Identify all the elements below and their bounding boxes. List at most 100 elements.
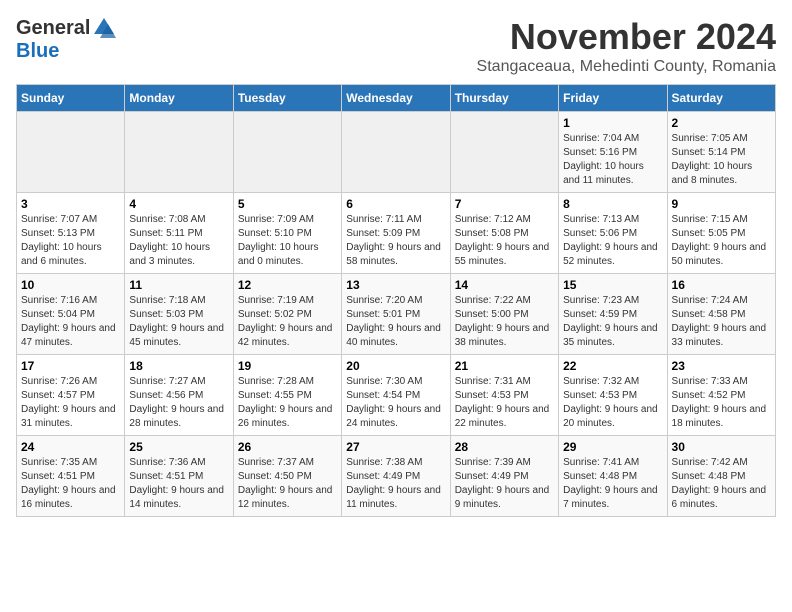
calendar-cell: 26Sunrise: 7:37 AM Sunset: 4:50 PM Dayli… bbox=[233, 436, 341, 517]
day-number: 23 bbox=[672, 359, 771, 373]
logo-general-text: General bbox=[16, 17, 90, 40]
calendar-cell: 15 Sunrise: 7:23 AM Sunset: 4:59 PM Dayli… bbox=[559, 274, 667, 355]
logo-blue-text: Blue bbox=[16, 40, 59, 63]
calendar-cell bbox=[342, 112, 450, 193]
day-number: 3 bbox=[21, 197, 120, 211]
day-number: 20 bbox=[346, 359, 445, 373]
weekday-header: Tuesday bbox=[233, 85, 341, 112]
calendar-cell: 10 Sunrise: 7:16 AM Sunset: 5:04 PM Dayli… bbox=[17, 274, 125, 355]
calendar-cell: 12Sunrise: 7:19 AM Sunset: 5:02 PM Dayli… bbox=[233, 274, 341, 355]
weekday-header-row: SundayMondayTuesdayWednesdayThursdayFrid… bbox=[17, 85, 776, 112]
calendar-cell: 23 Sunrise: 7:33 AM Sunset: 4:52 PM Dayli… bbox=[667, 355, 775, 436]
day-number: 24 bbox=[21, 440, 120, 454]
weekday-header: Friday bbox=[559, 85, 667, 112]
day-info: Sunrise: 7:42 AM Sunset: 4:48 PM Dayligh… bbox=[672, 456, 771, 512]
calendar-cell: 3Sunrise: 7:07 AM Sunset: 5:13 PM Daylig… bbox=[17, 193, 125, 274]
calendar-week-row: 17 Sunrise: 7:26 AM Sunset: 4:57 PM Dayli… bbox=[17, 355, 776, 436]
day-number: 30 bbox=[672, 440, 771, 454]
day-info: Sunrise: 7:15 AM Sunset: 5:05 PM Dayligh… bbox=[672, 213, 771, 269]
day-number: 17 bbox=[21, 359, 120, 373]
calendar-cell: 16Sunrise: 7:24 AM Sunset: 4:58 PM Dayli… bbox=[667, 274, 775, 355]
day-number: 7 bbox=[455, 197, 554, 211]
day-info: Sunrise: 7:31 AM Sunset: 4:53 PM Dayligh… bbox=[455, 375, 554, 431]
calendar-cell: 18 Sunrise: 7:27 AM Sunset: 4:56 PM Dayli… bbox=[125, 355, 233, 436]
weekday-header: Thursday bbox=[450, 85, 558, 112]
day-number: 18 bbox=[129, 359, 228, 373]
day-number: 5 bbox=[238, 197, 337, 211]
weekday-header: Saturday bbox=[667, 85, 775, 112]
day-number: 11 bbox=[129, 278, 228, 292]
day-number: 13 bbox=[346, 278, 445, 292]
day-number: 27 bbox=[346, 440, 445, 454]
day-number: 8 bbox=[563, 197, 662, 211]
day-number: 29 bbox=[563, 440, 662, 454]
calendar-cell: 8 Sunrise: 7:13 AM Sunset: 5:06 PM Daylig… bbox=[559, 193, 667, 274]
day-info: Sunrise: 7:23 AM Sunset: 4:59 PM Dayligh… bbox=[563, 294, 662, 350]
calendar-cell: 14 Sunrise: 7:22 AM Sunset: 5:00 PM Dayli… bbox=[450, 274, 558, 355]
day-number: 10 bbox=[21, 278, 120, 292]
day-number: 25 bbox=[129, 440, 228, 454]
day-info: Sunrise: 7:04 AM Sunset: 5:16 PM Dayligh… bbox=[563, 132, 662, 188]
day-info: Sunrise: 7:37 AM Sunset: 4:50 PM Dayligh… bbox=[238, 456, 337, 512]
calendar-cell: 7 Sunrise: 7:12 AM Sunset: 5:08 PM Daylig… bbox=[450, 193, 558, 274]
day-info: Sunrise: 7:27 AM Sunset: 4:56 PM Dayligh… bbox=[129, 375, 228, 431]
calendar-cell bbox=[17, 112, 125, 193]
location-title: Stangaceaua, Mehedinti County, Romania bbox=[477, 58, 776, 76]
day-number: 15 bbox=[563, 278, 662, 292]
calendar-cell: 9 Sunrise: 7:15 AM Sunset: 5:05 PM Daylig… bbox=[667, 193, 775, 274]
calendar-cell: 19 Sunrise: 7:28 AM Sunset: 4:55 PM Dayli… bbox=[233, 355, 341, 436]
calendar-cell: 13 Sunrise: 7:20 AM Sunset: 5:01 PM Dayli… bbox=[342, 274, 450, 355]
calendar-cell: 25Sunrise: 7:36 AM Sunset: 4:51 PM Dayli… bbox=[125, 436, 233, 517]
calendar-cell: 27 Sunrise: 7:38 AM Sunset: 4:49 PM Dayli… bbox=[342, 436, 450, 517]
calendar-cell: 30 Sunrise: 7:42 AM Sunset: 4:48 PM Dayli… bbox=[667, 436, 775, 517]
page-header: General Blue November 2024 Stangaceaua, … bbox=[16, 16, 776, 76]
calendar-week-row: 1 Sunrise: 7:04 AM Sunset: 5:16 PM Daylig… bbox=[17, 112, 776, 193]
calendar-cell bbox=[450, 112, 558, 193]
day-number: 19 bbox=[238, 359, 337, 373]
calendar-week-row: 24Sunrise: 7:35 AM Sunset: 4:51 PM Dayli… bbox=[17, 436, 776, 517]
day-info: Sunrise: 7:13 AM Sunset: 5:06 PM Dayligh… bbox=[563, 213, 662, 269]
day-number: 1 bbox=[563, 116, 662, 130]
calendar-cell: 22 Sunrise: 7:32 AM Sunset: 4:53 PM Dayli… bbox=[559, 355, 667, 436]
day-info: Sunrise: 7:38 AM Sunset: 4:49 PM Dayligh… bbox=[346, 456, 445, 512]
day-number: 28 bbox=[455, 440, 554, 454]
day-info: Sunrise: 7:18 AM Sunset: 5:03 PM Dayligh… bbox=[129, 294, 228, 350]
day-info: Sunrise: 7:28 AM Sunset: 4:55 PM Dayligh… bbox=[238, 375, 337, 431]
day-number: 9 bbox=[672, 197, 771, 211]
day-number: 16 bbox=[672, 278, 771, 292]
day-info: Sunrise: 7:26 AM Sunset: 4:57 PM Dayligh… bbox=[21, 375, 120, 431]
day-info: Sunrise: 7:32 AM Sunset: 4:53 PM Dayligh… bbox=[563, 375, 662, 431]
day-number: 12 bbox=[238, 278, 337, 292]
calendar-cell bbox=[233, 112, 341, 193]
calendar-cell: 17 Sunrise: 7:26 AM Sunset: 4:57 PM Dayli… bbox=[17, 355, 125, 436]
calendar-cell: 2Sunrise: 7:05 AM Sunset: 5:14 PM Daylig… bbox=[667, 112, 775, 193]
day-info: Sunrise: 7:16 AM Sunset: 5:04 PM Dayligh… bbox=[21, 294, 120, 350]
calendar-cell: 21Sunrise: 7:31 AM Sunset: 4:53 PM Dayli… bbox=[450, 355, 558, 436]
calendar-cell: 20 Sunrise: 7:30 AM Sunset: 4:54 PM Dayli… bbox=[342, 355, 450, 436]
day-info: Sunrise: 7:33 AM Sunset: 4:52 PM Dayligh… bbox=[672, 375, 771, 431]
weekday-header: Wednesday bbox=[342, 85, 450, 112]
day-info: Sunrise: 7:11 AM Sunset: 5:09 PM Dayligh… bbox=[346, 213, 445, 269]
day-number: 14 bbox=[455, 278, 554, 292]
weekday-header: Sunday bbox=[17, 85, 125, 112]
day-info: Sunrise: 7:09 AM Sunset: 5:10 PM Dayligh… bbox=[238, 213, 337, 269]
logo-icon bbox=[92, 16, 116, 40]
day-info: Sunrise: 7:30 AM Sunset: 4:54 PM Dayligh… bbox=[346, 375, 445, 431]
day-number: 2 bbox=[672, 116, 771, 130]
day-number: 4 bbox=[129, 197, 228, 211]
day-info: Sunrise: 7:41 AM Sunset: 4:48 PM Dayligh… bbox=[563, 456, 662, 512]
day-number: 22 bbox=[563, 359, 662, 373]
calendar-table: SundayMondayTuesdayWednesdayThursdayFrid… bbox=[16, 84, 776, 517]
day-info: Sunrise: 7:22 AM Sunset: 5:00 PM Dayligh… bbox=[455, 294, 554, 350]
day-info: Sunrise: 7:39 AM Sunset: 4:49 PM Dayligh… bbox=[455, 456, 554, 512]
calendar-cell: 28 Sunrise: 7:39 AM Sunset: 4:49 PM Dayli… bbox=[450, 436, 558, 517]
title-block: November 2024 Stangaceaua, Mehedinti Cou… bbox=[477, 16, 776, 76]
calendar-week-row: 10 Sunrise: 7:16 AM Sunset: 5:04 PM Dayli… bbox=[17, 274, 776, 355]
calendar-cell: 11 Sunrise: 7:18 AM Sunset: 5:03 PM Dayli… bbox=[125, 274, 233, 355]
calendar-cell: 4Sunrise: 7:08 AM Sunset: 5:11 PM Daylig… bbox=[125, 193, 233, 274]
calendar-cell: 29 Sunrise: 7:41 AM Sunset: 4:48 PM Dayli… bbox=[559, 436, 667, 517]
day-info: Sunrise: 7:12 AM Sunset: 5:08 PM Dayligh… bbox=[455, 213, 554, 269]
calendar-cell bbox=[125, 112, 233, 193]
day-info: Sunrise: 7:20 AM Sunset: 5:01 PM Dayligh… bbox=[346, 294, 445, 350]
logo: General Blue bbox=[16, 16, 116, 63]
